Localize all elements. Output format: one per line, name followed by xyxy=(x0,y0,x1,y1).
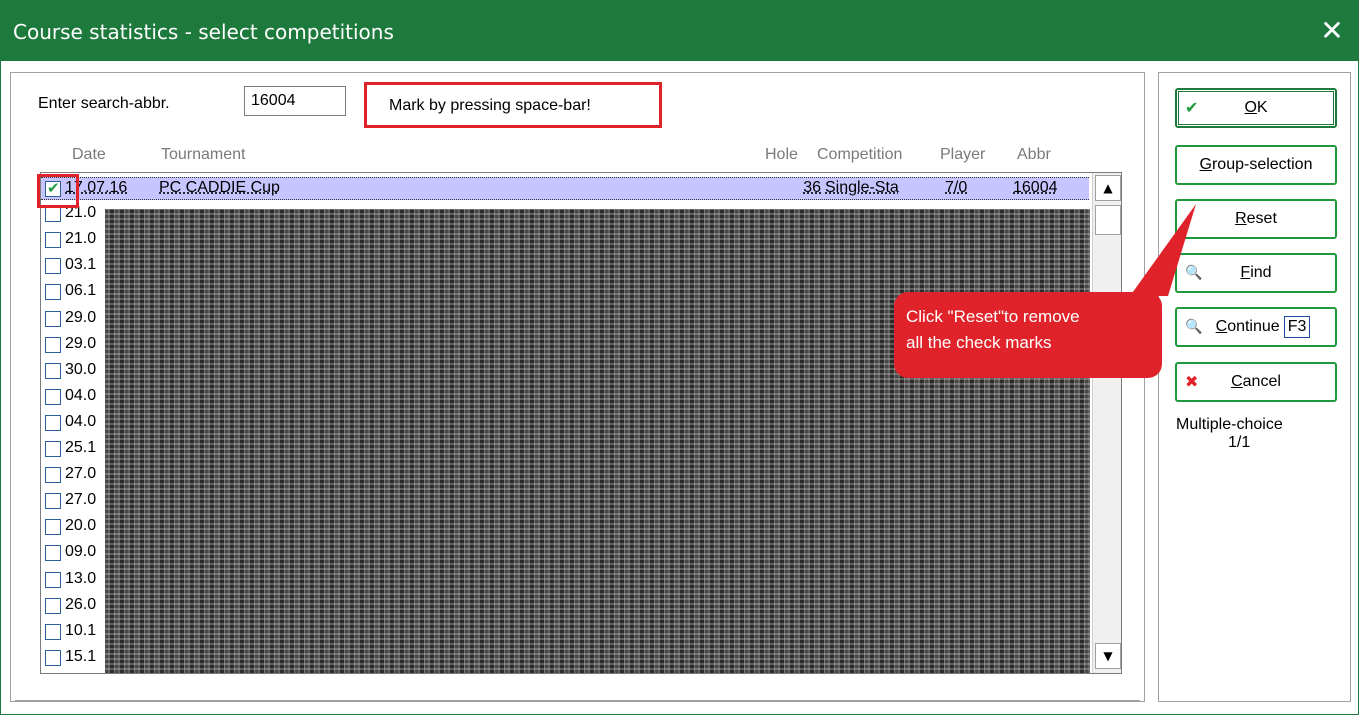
column-header-hole[interactable]: Hole xyxy=(765,146,798,164)
row-checkbox[interactable] xyxy=(45,388,61,405)
continue-label: ontinue xyxy=(1227,318,1280,335)
row-checkbox[interactable] xyxy=(45,649,61,666)
hint-box: Mark by pressing space-bar! xyxy=(364,82,662,128)
row-checkbox[interactable] xyxy=(45,545,61,562)
column-header-tournament[interactable]: Tournament xyxy=(161,146,246,164)
date-cell: 09.0 xyxy=(65,543,97,561)
date-cell: 10.1 xyxy=(65,621,97,639)
close-icon[interactable]: ✕ xyxy=(1314,13,1350,49)
competition-list[interactable]: 15.1 10.1 26.0 13.0 09.0 20.0 27.0 27.0 25.1 04.0… xyxy=(40,172,1122,674)
row-checkbox[interactable] xyxy=(45,258,61,275)
continue-search-icon: 🔍 xyxy=(1185,319,1203,335)
hole-cell: 36 xyxy=(803,179,821,196)
continue-mnemonic: C xyxy=(1215,318,1228,335)
checkbox-highlight xyxy=(37,174,79,208)
column-header-competition[interactable]: Competition xyxy=(817,146,902,164)
ok-button[interactable]: ✔ OK xyxy=(1175,88,1337,128)
date-cell: 27.0 xyxy=(65,465,97,483)
row-checkbox[interactable] xyxy=(45,414,61,431)
date-cell: 04.0 xyxy=(65,386,97,404)
date-cell: 20.0 xyxy=(65,517,97,535)
date-cell: 13.0 xyxy=(65,569,97,587)
title-bar[interactable]: Course statistics - select competitions … xyxy=(1,1,1358,61)
callout-line-1: Click "Reset"to remove xyxy=(906,307,1080,326)
abbr-cell: 16004 xyxy=(1013,179,1058,196)
date-cell: 03.1 xyxy=(65,256,97,274)
row-checkbox[interactable] xyxy=(45,493,61,510)
player-cell: 7/0 xyxy=(945,179,968,196)
row-checkbox[interactable] xyxy=(45,362,61,379)
date-cell: 21.0 xyxy=(65,230,97,248)
date-cell: 04.0 xyxy=(65,412,97,430)
date-cell: 25.1 xyxy=(65,439,97,456)
find-mnemonic: F xyxy=(1240,264,1251,281)
cancel-button[interactable]: ✖ Cancel xyxy=(1175,362,1337,402)
row-checkbox[interactable] xyxy=(45,623,61,640)
reset-mnemonic: R xyxy=(1235,210,1247,227)
date-cell: 06.1 xyxy=(65,282,97,300)
reset-label: eset xyxy=(1246,210,1277,227)
row-checkbox[interactable] xyxy=(45,597,61,614)
row-checkbox[interactable] xyxy=(45,284,61,301)
row-checkbox[interactable] xyxy=(45,441,61,457)
row-checkbox[interactable] xyxy=(45,519,61,536)
date-cell: 15.1 xyxy=(65,647,97,665)
callout-line-2: all the check marks xyxy=(906,333,1052,352)
cancel-mnemonic: C xyxy=(1231,373,1243,390)
hint-text: Mark by pressing space-bar! xyxy=(389,97,591,114)
column-header-abbr[interactable]: Abbr xyxy=(1017,146,1051,164)
group-selection-button[interactable]: Group-selection xyxy=(1175,145,1337,185)
check-icon: ✔ xyxy=(1185,98,1199,117)
group-mnemonic: G xyxy=(1199,156,1212,173)
date-cell: 27.0 xyxy=(65,491,97,509)
date-cell: 29.0 xyxy=(65,308,97,326)
ok-label: K xyxy=(1256,99,1268,116)
window-title: Course statistics - select competitions xyxy=(13,20,394,44)
row-checkbox[interactable] xyxy=(45,310,61,327)
reset-callout: Click "Reset"to remove all the check mar… xyxy=(894,292,1162,378)
competition-cell: Single-Sta xyxy=(825,179,899,196)
panel-divider xyxy=(15,700,1140,701)
x-icon: ✖ xyxy=(1185,372,1199,391)
table-row[interactable]: 17.07.16PC CADDIE Cup36Single-Sta7/01600… xyxy=(41,177,1089,200)
row-checkbox[interactable] xyxy=(45,232,61,249)
obscured-content xyxy=(105,209,1090,673)
row-checkbox[interactable] xyxy=(45,467,61,484)
cancel-label: ancel xyxy=(1242,373,1281,390)
group-label: roup-selection xyxy=(1211,156,1313,173)
column-header-date[interactable]: Date xyxy=(72,146,106,164)
search-input[interactable] xyxy=(244,86,346,116)
multiple-choice-count: 1/1 xyxy=(1228,434,1251,451)
row-checkbox[interactable] xyxy=(45,571,61,588)
ok-mnemonic: O xyxy=(1244,99,1257,116)
multiple-choice-label: Multiple-choice xyxy=(1176,416,1283,433)
scroll-down-icon[interactable]: ▼ xyxy=(1095,643,1121,669)
row-checkbox[interactable] xyxy=(45,206,61,223)
callout-pointer xyxy=(1130,204,1196,296)
tournament-cell: PC CADDIE Cup xyxy=(159,179,280,196)
scroll-up-icon[interactable]: ▲ xyxy=(1095,175,1121,201)
find-label: ind xyxy=(1250,264,1272,281)
date-cell: 26.0 xyxy=(65,595,97,613)
continue-button[interactable]: 🔍 Continue F3 xyxy=(1175,307,1337,347)
search-label: Enter search-abbr. xyxy=(38,95,170,112)
column-header-player[interactable]: Player xyxy=(940,146,985,164)
date-cell: 29.0 xyxy=(65,334,97,352)
multiple-choice-info: Multiple-choice 1/1 xyxy=(1176,416,1336,452)
row-checkbox[interactable] xyxy=(45,336,61,353)
date-cell: 30.0 xyxy=(65,360,97,378)
f3-key-badge: F3 xyxy=(1283,316,1311,338)
